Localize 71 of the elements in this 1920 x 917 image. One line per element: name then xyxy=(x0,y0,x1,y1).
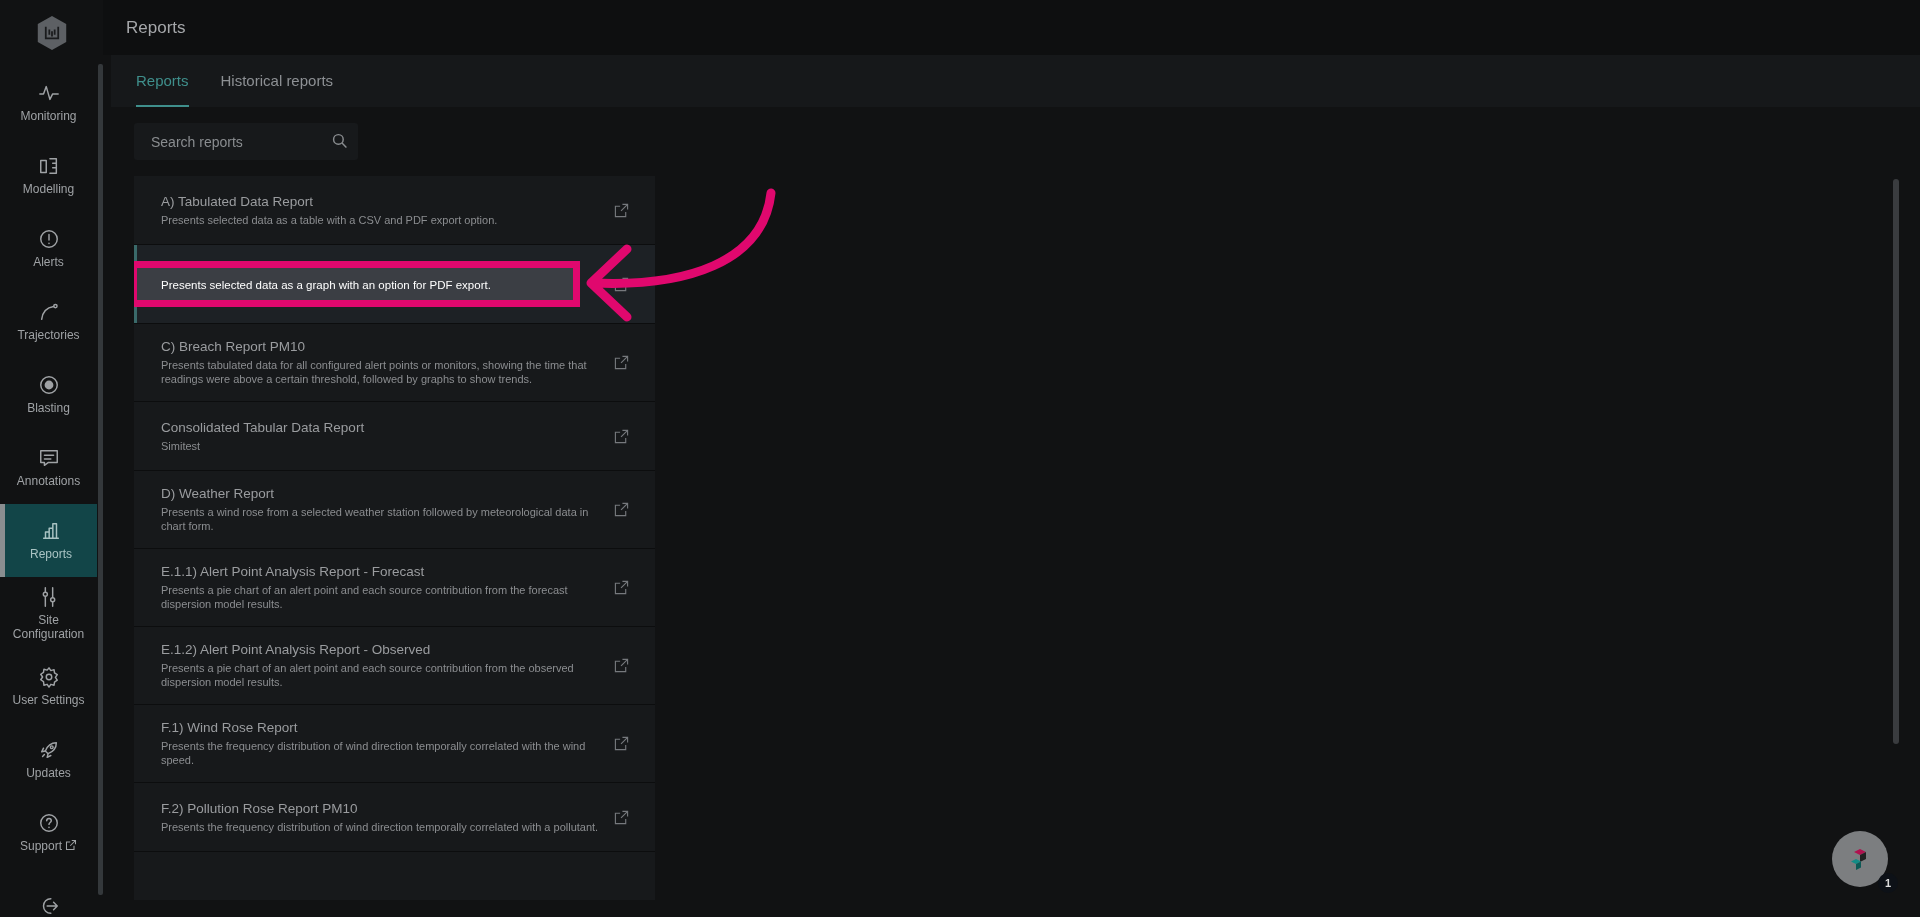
external-link-icon[interactable] xyxy=(614,202,629,218)
external-link-icon[interactable] xyxy=(614,502,629,517)
external-link-icon[interactable] xyxy=(614,580,629,595)
nav-item[interactable]: Annotations xyxy=(0,431,97,504)
external-link-icon[interactable] xyxy=(614,658,629,673)
report-item[interactable]: Presents selected data as a graph with an option for PDF export. xyxy=(134,245,655,323)
external-link-icon[interactable] xyxy=(614,736,629,751)
help-icon xyxy=(37,812,60,834)
page-title: Reports xyxy=(126,17,186,38)
notification-badge: 1 xyxy=(1878,873,1898,893)
comment-icon xyxy=(37,447,60,469)
report-description: Simitest xyxy=(161,438,202,453)
logo-icon[interactable] xyxy=(35,15,68,51)
nav-item[interactable]: Monitoring xyxy=(0,66,97,139)
report-description: Presents a pie chart of an alert point and each source contribution from the forecast dispersion model results. xyxy=(161,583,569,611)
nav-label: Updates xyxy=(26,766,71,780)
alert-icon xyxy=(37,228,60,250)
external-link-icon[interactable] xyxy=(614,809,629,825)
external-link-icon[interactable] xyxy=(614,276,629,292)
report-item[interactable]: E.1.2) Alert Point Analysis Report - Observed Presents a pie chart of an alert point and each source contribution from the observed dispersion model results. xyxy=(134,627,655,704)
nav-label: Annotations xyxy=(16,474,81,488)
report-item[interactable]: F.1) Wind Rose Report Presents the frequency distribution of wind direction temporally correlated with the wind speed. xyxy=(134,705,655,782)
nav-item[interactable]: User Settings xyxy=(0,650,97,723)
report-title: F.1) Wind Rose Report xyxy=(161,720,299,735)
report-item[interactable]: A) Tabulated Data Report Presents selected data as a table with a CSV and PDF export option. xyxy=(134,176,655,244)
nav-label: Alerts xyxy=(33,255,64,269)
report-description: Presents selected data as a table with a CSV and PDF export option. xyxy=(161,212,499,227)
report-item[interactable]: Consolidated Tabular Data Report Simitest xyxy=(134,402,655,470)
report-title: F.2) Pollution Rose Report PM10 xyxy=(161,800,359,816)
nav-item[interactable]: Support xyxy=(0,796,97,869)
nav-label: Support xyxy=(20,839,77,853)
search-icon xyxy=(332,133,348,149)
nav-item[interactable]: Modelling xyxy=(0,139,97,212)
highlighted-description: Presents selected data as a graph with an option for PDF export. xyxy=(134,261,580,307)
gear-icon xyxy=(37,666,60,688)
report-description: Presents a pie chart of an alert point and each source contribution from the observed dispersion model results. xyxy=(161,661,575,689)
report-item[interactable]: C) Breach Report PM10 Presents tabulated data for all configured alert points or monitors, showing the time that readings were above a certain threshold, followed by graphs to show trends. xyxy=(134,324,655,401)
nav-label: Reports xyxy=(30,547,72,561)
nav-label: Blasting xyxy=(27,401,70,415)
nav-label: Monitoring xyxy=(20,109,77,123)
report-item[interactable]: D) Weather Report Presents a wind rose from a selected weather station followed by meteorological data in chart form. xyxy=(134,471,655,548)
report-title: A) Tabulated Data Report xyxy=(161,193,315,209)
target-icon xyxy=(37,374,60,396)
external-link-icon[interactable] xyxy=(614,355,629,370)
modelling-icon xyxy=(37,155,60,177)
report-description: Presents tabulated data for all configured alert points or monitors, showing the time that readings were above a certain threshold, followed by graphs to show trends. xyxy=(161,358,588,386)
report-title: Consolidated Tabular Data Report xyxy=(161,419,366,435)
nav-label: Modelling xyxy=(22,182,75,196)
tab[interactable]: Reports xyxy=(136,72,189,107)
nav-item[interactable]: Reports xyxy=(0,504,97,577)
bars-icon xyxy=(40,520,62,542)
report-title: E.1.1) Alert Point Analysis Report - Forecast xyxy=(161,564,426,579)
report-description: Presents the frequency distribution of wind direction temporally correlated with the wind speed. xyxy=(161,739,587,767)
nav-item[interactable]: Updates xyxy=(0,723,97,796)
report-title: D) Weather Report xyxy=(161,486,276,501)
nav-label: Trajectories xyxy=(17,328,80,342)
external-link-icon[interactable] xyxy=(614,428,629,444)
report-item[interactable]: E.1.1) Alert Point Analysis Report - Forecast Presents a pie chart of an alert point and each source contribution from the forecast dispersion model results. xyxy=(134,549,655,626)
report-item[interactable]: F.2) Pollution Rose Report PM10 Presents the frequency distribution of wind direction temporally correlated with a pollutant. xyxy=(134,783,655,851)
nav-label: User Settings xyxy=(12,693,85,707)
tab[interactable]: Historical reports xyxy=(220,72,334,107)
nav-item[interactable]: Trajectories xyxy=(0,285,97,358)
report-description: Presents a wind rose from a selected weather station followed by meteorological data in chart form. xyxy=(161,505,590,533)
nav-item[interactable]: Alerts xyxy=(0,212,97,285)
report-title: C) Breach Report PM10 xyxy=(161,339,307,354)
search-field[interactable]: Search reports xyxy=(134,123,358,160)
report-description: Presents the frequency distribution of wind direction temporally correlated with a pollutant. xyxy=(161,819,600,834)
report-title: E.1.2) Alert Point Analysis Report - Observed xyxy=(161,642,432,657)
nav-item[interactable]: Site Configuration xyxy=(0,577,97,650)
nav-item[interactable]: Blasting xyxy=(0,358,97,431)
nav-label: Site Configuration xyxy=(11,613,86,641)
